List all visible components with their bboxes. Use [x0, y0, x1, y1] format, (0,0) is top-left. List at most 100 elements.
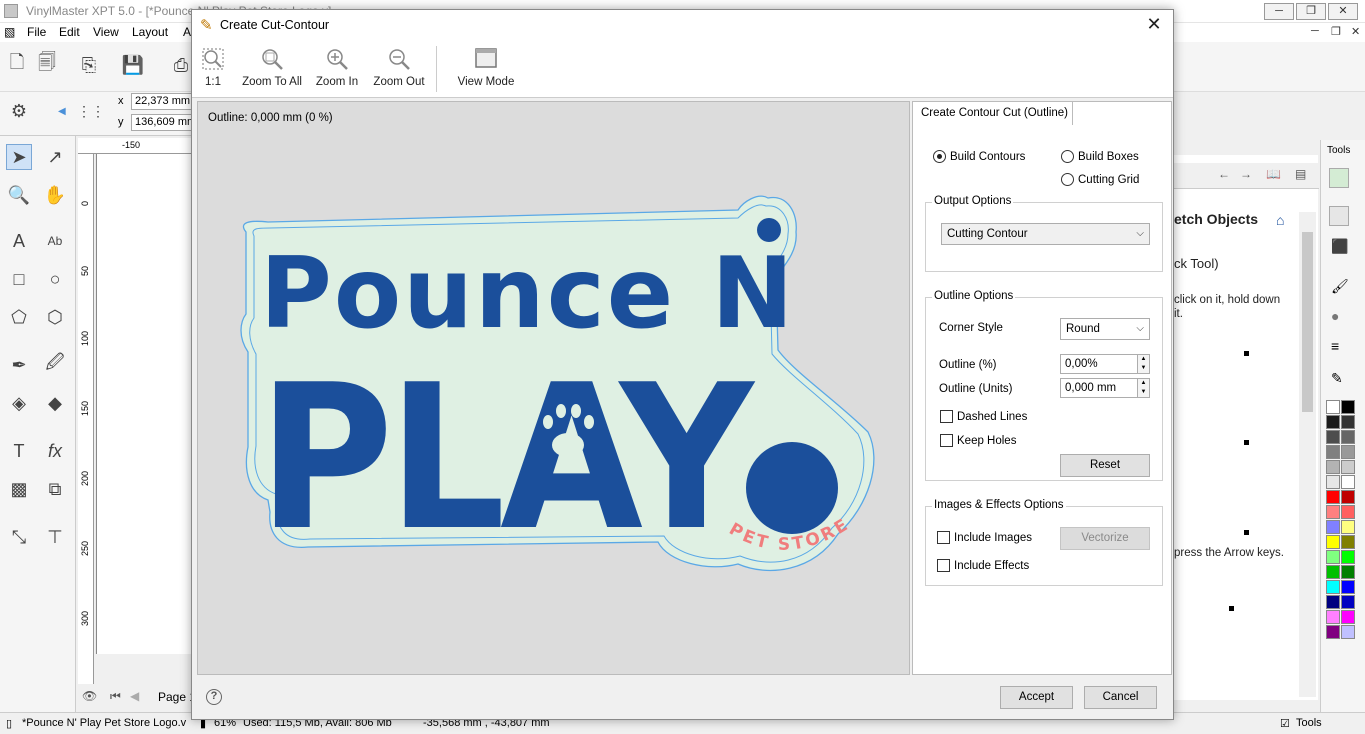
palette-swatch[interactable] [1326, 535, 1340, 549]
help-icon[interactable]: ? [206, 689, 222, 705]
menu-arrange[interactable]: A [183, 25, 191, 39]
dashed-lines-checkbox[interactable]: Dashed Lines [940, 410, 1027, 423]
spin-down-icon[interactable]: ▼ [1137, 388, 1149, 397]
dialog-close-button[interactable]: ✕ [1143, 13, 1165, 35]
pick-tool-icon[interactable]: ➤ [6, 144, 32, 170]
zoom-in-button[interactable]: Zoom In [312, 46, 362, 88]
palette-swatch[interactable] [1326, 490, 1340, 504]
menu-edit[interactable]: Edit [59, 25, 80, 39]
side-panel-scrollbar[interactable] [1299, 212, 1316, 697]
text-frame-tool-icon[interactable]: Ab [42, 228, 68, 254]
page-canvas[interactable] [96, 154, 195, 654]
palette-swatch[interactable] [1341, 535, 1355, 549]
palette-swatch[interactable] [1341, 610, 1355, 624]
circle-fill-icon[interactable]: ● [1331, 308, 1339, 324]
palette-swatch[interactable] [1341, 445, 1355, 459]
menu-view[interactable]: View [93, 25, 119, 39]
palette-swatch[interactable] [1326, 610, 1340, 624]
palette-swatch[interactable] [1341, 520, 1355, 534]
build-contours-radio[interactable]: Build Contours [933, 150, 1025, 163]
text-effects-icon[interactable]: T [6, 438, 32, 464]
brush-icon[interactable]: 🖌 [1331, 278, 1349, 295]
zoom-out-button[interactable]: Zoom Out [372, 46, 426, 88]
palette-swatch[interactable] [1341, 505, 1355, 519]
vectorize-button[interactable]: Vectorize [1060, 527, 1150, 550]
back-arrow-icon[interactable]: ← [1218, 167, 1230, 181]
palette-swatch[interactable] [1341, 475, 1355, 489]
view-mode-button[interactable]: View Mode [456, 46, 516, 88]
include-effects-checkbox[interactable]: Include Effects [937, 559, 1029, 572]
palette-swatch[interactable] [1341, 595, 1355, 609]
prev-page-icon[interactable]: ◀ [130, 689, 139, 703]
node-edit-tool-icon[interactable]: ↗ [42, 144, 68, 170]
mdi-close-button[interactable]: ✕ [1351, 25, 1360, 38]
outline-units-input[interactable]: 0,000 mm ▲ ▼ [1060, 378, 1150, 398]
palette-swatch[interactable] [1326, 625, 1340, 639]
palette-swatch[interactable] [1326, 475, 1340, 489]
keep-holes-checkbox[interactable]: Keep Holes [940, 434, 1016, 447]
color-picker-icon[interactable]: ⬛ [1331, 238, 1348, 255]
template-icon[interactable]: ⎘ [76, 52, 102, 78]
color-swatch-outline[interactable] [1329, 206, 1349, 226]
palette-swatch[interactable] [1341, 430, 1355, 444]
polygon-tool-icon[interactable]: ⬡ [42, 304, 68, 330]
first-page-icon[interactable]: ⏮ [110, 689, 121, 704]
menu-file[interactable]: File [27, 25, 46, 39]
corner-style-select[interactable]: Round ⌵ [1060, 318, 1150, 340]
include-images-checkbox[interactable]: Include Images [937, 531, 1032, 544]
spin-down-icon[interactable]: ▼ [1137, 364, 1149, 373]
palette-swatch[interactable] [1341, 550, 1355, 564]
home-icon[interactable]: ⌂ [1276, 212, 1284, 228]
notes-icon[interactable]: ▤ [1295, 167, 1306, 181]
palette-swatch[interactable] [1326, 505, 1340, 519]
eyedropper-icon[interactable]: ✎ [1331, 370, 1343, 387]
build-boxes-radio[interactable]: Build Boxes [1061, 150, 1139, 163]
image-tool-icon[interactable]: ▩ [6, 476, 32, 502]
settings-gear-icon[interactable]: ⚙ [6, 98, 32, 124]
menu-layout[interactable]: Layout [132, 25, 168, 39]
weld-tool-icon[interactable]: ⧉ [42, 476, 68, 502]
mdi-minimize-button[interactable]: ─ [1311, 25, 1319, 37]
spin-up-icon[interactable]: ▲ [1137, 379, 1149, 388]
ellipse-tool-icon[interactable]: ○ [42, 266, 68, 292]
open-icon[interactable]: 🗐 [34, 52, 60, 78]
cancel-button[interactable]: Cancel [1084, 686, 1157, 709]
save-icon[interactable]: 💾 [120, 52, 146, 78]
palette-swatch[interactable] [1326, 565, 1340, 579]
spin-up-icon[interactable]: ▲ [1137, 355, 1149, 364]
shape-tool-icon[interactable]: ⬠ [6, 304, 32, 330]
palette-swatch[interactable] [1326, 445, 1340, 459]
palette-swatch[interactable] [1341, 625, 1355, 639]
palette-swatch[interactable] [1326, 400, 1340, 414]
palette-swatch[interactable] [1341, 565, 1355, 579]
palette-swatch[interactable] [1326, 415, 1340, 429]
palette-swatch[interactable] [1326, 460, 1340, 474]
text-tool-icon[interactable]: A [6, 228, 32, 254]
dimension-tool-icon[interactable]: ⊤ [42, 524, 68, 550]
paint-bucket-icon[interactable]: ◆ [42, 390, 68, 416]
status-tools-toggle[interactable]: Tools [1296, 717, 1322, 729]
color-swatch-current[interactable] [1329, 168, 1349, 188]
actual-size-button[interactable]: 1:1 [198, 46, 228, 88]
rectangle-tool-icon[interactable]: □ [6, 266, 32, 292]
forward-arrow-icon[interactable]: → [1240, 167, 1252, 181]
scrollbar-thumb[interactable] [1302, 232, 1313, 412]
contour-preview[interactable]: Outline: 0,000 mm (0 %) Pounce N PLAY PE… [197, 101, 910, 675]
book-icon[interactable]: 📖 [1266, 167, 1281, 181]
palette-swatch[interactable] [1326, 550, 1340, 564]
minimize-button[interactable]: ─ [1264, 3, 1294, 20]
collapse-arrow-icon[interactable]: ◀ [58, 106, 66, 117]
mdi-restore-button[interactable]: ❐ [1331, 25, 1341, 38]
new-document-icon[interactable]: 🗋 [4, 52, 30, 78]
tools-checkbox-icon[interactable]: ☑ [1280, 717, 1290, 730]
fill-tool-icon[interactable]: ◈ [6, 390, 32, 416]
palette-swatch[interactable] [1326, 520, 1340, 534]
zoom-tool-icon[interactable]: 🔍 [6, 182, 32, 208]
maximize-button[interactable]: ❐ [1296, 3, 1326, 20]
palette-swatch[interactable] [1326, 580, 1340, 594]
reset-button[interactable]: Reset [1060, 454, 1150, 477]
position-anchor-icon[interactable]: ⋮⋮ [77, 98, 105, 124]
pan-hand-icon[interactable]: ✋ [42, 182, 68, 208]
palette-swatch[interactable] [1341, 490, 1355, 504]
palette-swatch[interactable] [1341, 415, 1355, 429]
